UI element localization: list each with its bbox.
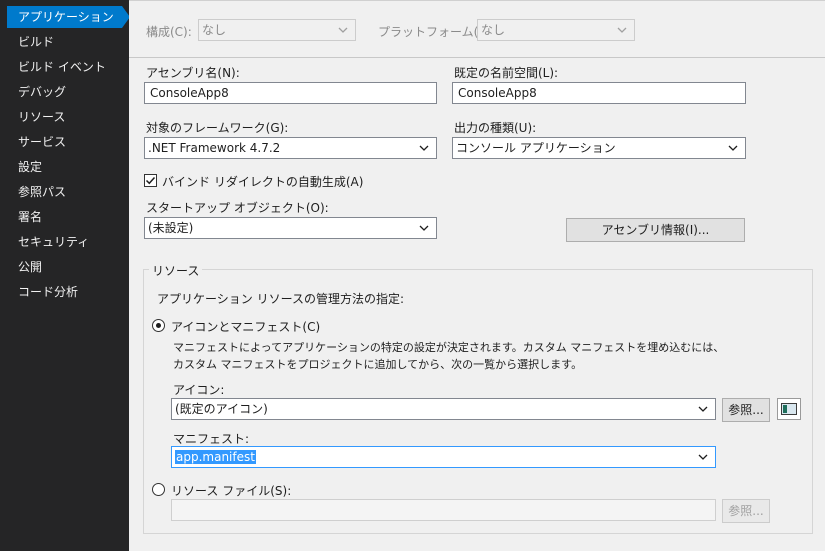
config-label: 構成(C): (146, 25, 192, 39)
manifest-dropdown[interactable]: app.manifest (171, 446, 716, 468)
startup-object-label: スタートアップ オブジェクト(O): (146, 201, 329, 215)
chevron-down-icon (697, 402, 709, 416)
chevron-down-icon (697, 450, 709, 464)
sidebar-item-security[interactable]: セキュリティ (7, 231, 122, 253)
sidebar-item-publish[interactable]: 公開 (7, 256, 122, 278)
assembly-name-label: アセンブリ名(N): (146, 66, 240, 80)
target-framework-dropdown[interactable]: .NET Framework 4.7.2 (144, 137, 437, 159)
checkmark-icon (145, 176, 156, 185)
binding-redirect-label: バインド リダイレクトの自動生成(A) (162, 175, 364, 189)
top-border (129, 0, 825, 1)
output-type-dropdown[interactable]: コンソール アプリケーション (452, 137, 746, 159)
sidebar-item-build[interactable]: ビルド (7, 31, 122, 53)
assembly-name-input[interactable]: ConsoleApp8 (144, 82, 437, 104)
sidebar-item-reference-paths[interactable]: 参照パス (7, 181, 122, 203)
startup-object-value: (未設定) (148, 221, 194, 235)
output-type-label: 出力の種類(U): (454, 121, 537, 135)
icon-manifest-label: アイコンとマニフェスト(C) (171, 320, 321, 334)
output-type-value: コンソール アプリケーション (456, 141, 616, 155)
manifest-label: マニフェスト: (173, 432, 250, 446)
resources-group-title: リソース (149, 262, 203, 279)
sidebar-item-application[interactable]: アプリケーション (7, 6, 122, 28)
resource-file-radio[interactable] (152, 483, 165, 496)
chevron-down-icon (418, 141, 430, 155)
manifest-value: app.manifest (175, 450, 256, 464)
platform-dropdown[interactable]: なし (477, 19, 635, 41)
chevron-down-icon (727, 141, 739, 155)
toolbar-separator (129, 57, 825, 58)
resource-file-browse-button[interactable]: 参照... (722, 499, 770, 523)
resource-file-input[interactable] (171, 499, 716, 521)
sidebar-item-build-events[interactable]: ビルド イベント (7, 56, 122, 78)
sidebar-item-resources[interactable]: リソース (7, 106, 122, 128)
icon-value: (既定のアイコン) (175, 402, 268, 416)
default-namespace-label: 既定の名前空間(L): (454, 66, 559, 80)
default-namespace-input[interactable]: ConsoleApp8 (452, 82, 746, 104)
sidebar-item-debug[interactable]: デバッグ (7, 81, 122, 103)
app-icon-preview (777, 398, 801, 420)
assembly-info-button[interactable]: アセンブリ情報(I)... (566, 218, 745, 242)
icon-manifest-radio[interactable] (152, 319, 165, 332)
binding-redirect-checkbox[interactable] (144, 174, 157, 187)
sidebar-item-signing[interactable]: 署名 (7, 206, 122, 228)
chevron-down-icon (337, 23, 349, 37)
icon-browse-button[interactable]: 参照... (722, 398, 770, 422)
startup-object-dropdown[interactable]: (未設定) (144, 217, 437, 239)
manifest-description: マニフェストによってアプリケーションの特定の設定が決定されます。カスタム マニフ… (173, 341, 725, 371)
chevron-down-icon (418, 221, 430, 235)
target-framework-label: 対象のフレームワーク(G): (146, 121, 289, 135)
chevron-down-icon (616, 23, 628, 37)
sidebar: アプリケーション ビルド ビルド イベント デバッグ リソース サービス 設定 … (0, 0, 130, 551)
target-framework-value: .NET Framework 4.7.2 (148, 141, 281, 155)
sidebar-item-code-analysis[interactable]: コード分析 (7, 281, 122, 303)
icon-label: アイコン: (173, 383, 225, 397)
resources-instruction: アプリケーション リソースの管理方法の指定: (157, 292, 405, 306)
platform-value: なし (481, 23, 506, 37)
icon-dropdown[interactable]: (既定のアイコン) (171, 398, 716, 420)
sidebar-item-services[interactable]: サービス (7, 131, 122, 153)
config-dropdown[interactable]: なし (198, 19, 356, 41)
sidebar-item-settings[interactable]: 設定 (7, 156, 122, 178)
window-icon (781, 403, 797, 415)
resource-file-label: リソース ファイル(S): (171, 484, 292, 498)
radio-selected-dot (156, 323, 161, 328)
config-value: なし (202, 23, 227, 37)
